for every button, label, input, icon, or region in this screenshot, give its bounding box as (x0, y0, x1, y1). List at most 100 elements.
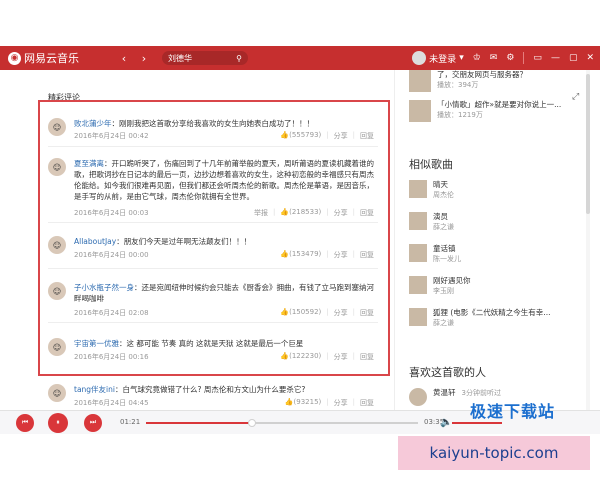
reply-button[interactable]: 回复 (360, 398, 374, 408)
comment-user[interactable]: 夏至满离 (74, 159, 104, 168)
comment-item: ☺ 宇宙第一优雅：这 都可能 节奏 真的 这就是天狱 这就是最后一个巨星 201… (48, 338, 378, 368)
like-count: (122230) (289, 352, 322, 360)
playlist-cover[interactable] (409, 70, 431, 92)
login-label[interactable]: 未登录 (429, 52, 456, 65)
chevron-down-icon[interactable]: ▾ (459, 53, 464, 63)
song-cover[interactable] (409, 212, 427, 230)
search-icon[interactable]: ⚲ (236, 54, 242, 63)
like-button[interactable]: 👍(555793) (280, 131, 321, 141)
share-button[interactable]: 分享 (334, 398, 348, 408)
comment-body: 败北蒲少年：刚刚我把这首歌分享给我喜欢的女生向她表白成功了！！！ (74, 119, 314, 128)
user-avatar[interactable] (412, 51, 427, 65)
mail-icon[interactable]: ✉ (490, 53, 498, 63)
similar-song-item[interactable]: 晴天 周杰伦 (409, 180, 454, 200)
playlist-plays: 播放：1219万 (437, 111, 483, 119)
reply-button[interactable]: 回复 (360, 131, 374, 141)
forward-button[interactable]: › (138, 51, 150, 65)
skin-icon[interactable]: ♔ (473, 53, 481, 63)
volume-icon[interactable]: 🔈 (440, 417, 452, 428)
avatar[interactable]: ☺ (48, 158, 66, 176)
user-login[interactable]: 未登录 ▾ (412, 51, 464, 65)
search-box[interactable]: ⚲ (162, 51, 248, 65)
similar-song-item[interactable]: 演员 薛之谦 (409, 212, 454, 232)
playlist-title[interactable]: 「小情歌」超作»就是要对你说上一... (437, 100, 561, 110)
share-button[interactable]: 分享 (334, 131, 348, 141)
progress-handle[interactable] (248, 419, 257, 427)
volume-slider[interactable] (452, 422, 502, 424)
like-button[interactable]: 👍(153479) (280, 250, 321, 260)
playlist-cover[interactable] (409, 100, 431, 122)
like-button[interactable]: 👍(93215) (285, 398, 321, 408)
progress-bar[interactable] (146, 419, 418, 427)
song-cover[interactable] (409, 244, 427, 262)
comment-item: ☺ tang伴友ini：白气球究竟做错了什么? 周杰伦和方文山为什么要杀它? 2… (48, 384, 378, 410)
song-title[interactable]: 刚好遇见你 (433, 276, 471, 286)
comment-actions: 👍(555793) | 分享 | 回复 (280, 131, 374, 141)
next-button[interactable]: ⏭ (84, 413, 102, 432)
song-artist[interactable]: 李玉刚 (433, 286, 471, 296)
avatar[interactable]: ☺ (48, 338, 66, 356)
thumb-up-icon: 👍 (280, 352, 290, 360)
reply-button[interactable]: 回复 (360, 352, 374, 362)
song-cover[interactable] (409, 276, 427, 294)
comment-user[interactable]: 子小水瓶子然一身 (74, 283, 134, 292)
song-artist[interactable]: 薛之谦 (433, 222, 454, 232)
comment-actions: 👍(122230) | 分享 | 回复 (280, 352, 374, 362)
comment-actions: 举报 | 👍(218533) | 分享 | 回复 (254, 208, 374, 218)
song-title[interactable]: 狐狸 (电影《二代妖精之今生有幸... (433, 308, 550, 318)
avatar[interactable] (409, 388, 427, 406)
comment-user[interactable]: 败北蒲少年 (74, 119, 112, 128)
comment-text: 这 都可能 节奏 真的 这就是天狱 这就是最后一个巨星 (126, 339, 304, 348)
song-artist[interactable]: 陈一发儿 (433, 254, 461, 264)
maximize-icon[interactable]: ▢ (569, 53, 578, 63)
song-title[interactable]: 演员 (433, 212, 454, 222)
avatar[interactable]: ☺ (48, 118, 66, 136)
pause-button[interactable]: ⏸ (48, 412, 68, 433)
close-icon[interactable]: ✕ (586, 53, 594, 63)
song-artist[interactable]: 薛之谦 (433, 318, 550, 328)
like-button[interactable]: 👍(150592) (280, 308, 321, 318)
avatar[interactable]: ☺ (48, 236, 66, 254)
liker-name[interactable]: 黄温轩 (433, 388, 456, 406)
share-button[interactable]: 分享 (334, 250, 348, 260)
search-input[interactable] (168, 53, 228, 63)
scrollbar-thumb[interactable] (586, 74, 590, 214)
comment-user[interactable]: tang伴友ini (74, 385, 115, 394)
share-button[interactable]: 分享 (334, 352, 348, 362)
reply-button[interactable]: 回复 (360, 250, 374, 260)
back-button[interactable]: ‹ (118, 51, 130, 65)
expand-icon[interactable]: ⤢ (572, 92, 584, 104)
similar-song-item[interactable]: 童话镇 陈一发儿 (409, 244, 461, 264)
reply-button[interactable]: 回复 (360, 308, 374, 318)
share-button[interactable]: 分享 (334, 308, 348, 318)
like-button[interactable]: 👍(122230) (280, 352, 321, 362)
playlist-item[interactable]: 「小情歌」超作»就是要对你说上一... 播放：1219万 (409, 100, 561, 122)
netease-logo-icon: ◉ (8, 51, 21, 65)
share-button[interactable]: 分享 (334, 208, 348, 218)
current-time: 01:21 (120, 418, 141, 426)
app-logo[interactable]: ◉ 网易云音乐 (8, 50, 106, 66)
comment-user[interactable]: AllaboutJay (74, 237, 116, 246)
previous-button[interactable]: ⏮ (16, 413, 34, 432)
report-button[interactable]: 举报 (254, 208, 268, 218)
song-title[interactable]: 晴天 (433, 180, 454, 190)
avatar[interactable]: ☺ (48, 384, 66, 402)
scrollbar[interactable] (586, 70, 590, 410)
song-artist[interactable]: 周杰伦 (433, 190, 454, 200)
comment-time: 2016年6月24日 00:42 (74, 132, 149, 140)
like-button[interactable]: 👍(218533) (280, 208, 321, 218)
like-count: (555793) (289, 131, 322, 139)
reply-button[interactable]: 回复 (360, 208, 374, 218)
similar-song-item[interactable]: 狐狸 (电影《二代妖精之今生有幸... 薛之谦 (409, 308, 550, 328)
song-title[interactable]: 童话镇 (433, 244, 461, 254)
minimize-icon[interactable]: — (551, 53, 560, 63)
similar-song-item[interactable]: 刚好遇见你 李玉刚 (409, 276, 471, 296)
song-cover[interactable] (409, 180, 427, 198)
playlist-title[interactable]: 了，交朋友网页与服务器？ (437, 70, 527, 80)
mini-mode-icon[interactable]: ▭ (533, 53, 542, 63)
gear-icon[interactable]: ⚙ (506, 53, 514, 63)
avatar[interactable]: ☺ (48, 282, 66, 300)
song-cover[interactable] (409, 308, 427, 326)
comment-user[interactable]: 宇宙第一优雅 (74, 339, 119, 348)
playlist-item[interactable]: 了，交朋友网页与服务器？ 播放：394万 (409, 70, 527, 92)
